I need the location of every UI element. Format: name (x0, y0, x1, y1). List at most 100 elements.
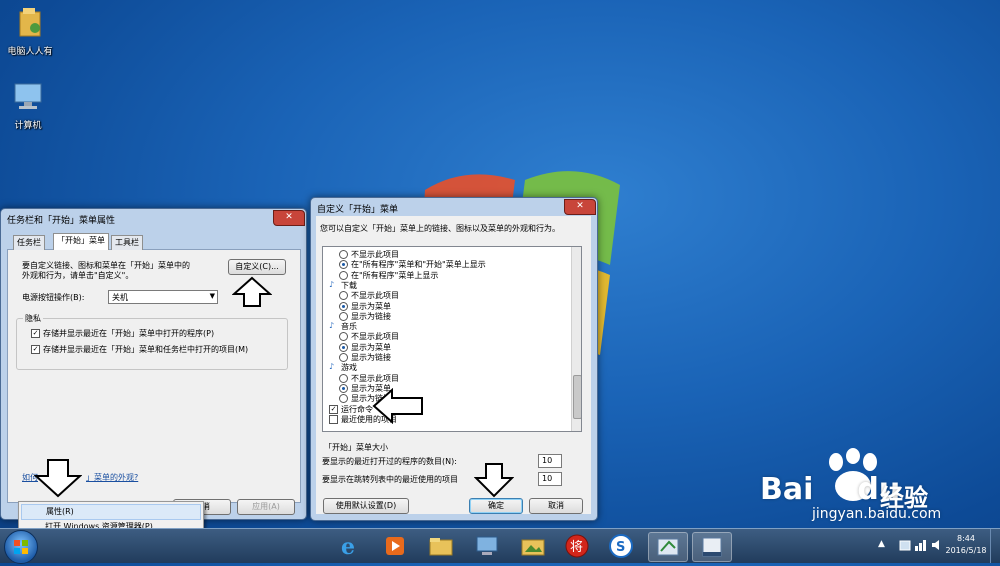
down-arrow-icon (474, 463, 514, 498)
tray-action-center-icon[interactable] (898, 538, 912, 552)
show-desktop-button[interactable] (990, 529, 1000, 563)
radio-button[interactable] (339, 270, 348, 280)
privacy-group-label: 隐私 (23, 313, 43, 324)
taskbar[interactable]: e 将 S ▲ 8:44 2016/5/18 (0, 528, 1000, 564)
radio-button[interactable] (339, 342, 348, 352)
tray-volume-icon[interactable] (930, 538, 944, 552)
watermark-url: jingyan.baidu.com (812, 506, 942, 522)
radio-button[interactable] (339, 332, 348, 342)
radio-button[interactable] (339, 373, 348, 383)
taskbar-media-player[interactable] (376, 532, 414, 560)
intro-text: 您可以自定义「开始」菜单上的链接、图标以及菜单的外观和行为。 (320, 224, 560, 233)
radio-button[interactable] (339, 291, 348, 301)
option-radio-row[interactable]: 不显示此项目 (339, 373, 569, 383)
option-group-header: ♪ 音乐 (329, 321, 529, 331)
games-icon: ♪ (329, 362, 335, 372)
option-radio-row[interactable]: 不显示此项目 (339, 331, 569, 342)
power-button-label: 电源按钮操作(B): (22, 293, 85, 302)
cancel-button[interactable]: 取消 (529, 498, 583, 514)
privacy-group: 隐私 ✓ 存储并显示最近在「开始」菜单中打开的程序(P) ✓ 存储并显示最近在「… (16, 313, 288, 370)
music-icon: ♪ (329, 321, 335, 331)
taskbar-chess-game[interactable]: 将 (558, 532, 596, 560)
use-defaults-button[interactable]: 使用默认设置(D) (323, 498, 409, 514)
taskbar-clock[interactable]: 8:44 2016/5/18 (944, 534, 988, 555)
desktop-icon-user-folder[interactable]: 电脑人人有 (0, 6, 60, 57)
privacy-items-checkbox[interactable]: ✓ (31, 345, 40, 354)
option-radio-row[interactable]: 显示为链接 (339, 311, 569, 321)
apply-button[interactable]: 应用(A) (237, 499, 295, 515)
option-radio-row[interactable]: 在"所有程序"菜单上显示 (339, 270, 569, 280)
option-group-header: ♪ 下载 (329, 280, 529, 290)
customize-start-menu-window[interactable]: 自定义「开始」菜单 ✕ 您可以自定义「开始」菜单上的链接、图标以及菜单的外观和行… (310, 197, 598, 521)
jump-list-label: 要显示在跳转列表中的最近使用的项目 (322, 475, 458, 484)
option-radio-row[interactable]: 不显示此项目 (339, 249, 569, 259)
radio-button[interactable] (339, 301, 348, 311)
customize-button[interactable]: 自定义(C)... (228, 259, 286, 275)
chess-game-icon: 将 (565, 534, 589, 558)
option-checkbox[interactable] (329, 414, 338, 424)
radio-button[interactable] (339, 311, 348, 321)
jump-list-spinner[interactable]: 10 (538, 472, 562, 486)
taskbar-control-panel[interactable] (648, 532, 688, 562)
tab-taskbar[interactable]: 任务栏 (13, 235, 45, 250)
menu-size-group: 「开始」菜单大小 要显示的最近打开过的程序的数目(N): 10 要显示在跳转列表… (320, 443, 584, 502)
option-radio-row[interactable]: 不显示此项目 (339, 290, 569, 301)
recent-programs-spinner[interactable]: 10 (538, 454, 562, 468)
taskbar-network[interactable] (468, 532, 506, 560)
radio-button[interactable] (339, 353, 348, 362)
link-text: 」菜单的外观? (86, 473, 139, 482)
recent-programs-value: 10 (542, 456, 553, 465)
down-arrow-icon (34, 459, 82, 498)
privacy-programs-checkbox[interactable]: ✓ (31, 329, 40, 338)
computer-icon (14, 83, 42, 109)
description-text: 外观和行为，请单击"自定义"。 (22, 271, 134, 280)
taskbar-explorer[interactable] (422, 532, 460, 560)
chevron-down-icon: ▼ (209, 292, 215, 300)
window-title: 任务栏和「开始」菜单属性 (7, 216, 116, 226)
menu-item-properties[interactable]: 属性(R) (21, 504, 201, 520)
power-button-value: 关机 (112, 293, 128, 302)
up-arrow-icon (232, 276, 272, 307)
option-radio-row[interactable]: 显示为菜单 (339, 301, 569, 311)
tab-start-menu[interactable]: 「开始」菜单 (53, 233, 109, 250)
tray-show-hidden-icon[interactable]: ▲ (878, 539, 885, 549)
option-checkbox-row[interactable]: 最近使用的项目 (329, 414, 559, 424)
start-button[interactable] (4, 530, 38, 564)
tab-toolbars[interactable]: 工具栏 (111, 235, 143, 250)
radio-button[interactable] (339, 394, 348, 404)
taskbar-ie[interactable]: e (330, 532, 368, 560)
ok-button[interactable]: 确定 (469, 498, 523, 514)
menu-size-group-label: 「开始」菜单大小 (324, 443, 388, 452)
option-radio-row[interactable]: 显示为菜单 (339, 342, 569, 352)
svg-text:S: S (616, 540, 625, 555)
scrollbar-thumb[interactable] (573, 375, 581, 419)
left-arrow-icon (372, 388, 423, 424)
radio-button[interactable] (339, 260, 348, 270)
control-panel-icon (657, 538, 679, 556)
svg-text:将: 将 (570, 540, 583, 555)
close-icon: ✕ (576, 201, 584, 211)
list-scrollbar[interactable] (571, 247, 581, 431)
taskbar-folder-pics[interactable] (514, 532, 552, 560)
clock-date: 2016/5/18 (945, 546, 987, 555)
radio-button[interactable] (339, 383, 348, 393)
recent-programs-label: 要显示的最近打开过的程序的数目(N): (322, 457, 457, 466)
radio-button[interactable] (339, 250, 348, 259)
pictures-folder-icon (521, 539, 545, 556)
taskbar-properties[interactable] (692, 532, 732, 562)
taskbar-sogou[interactable]: S (602, 532, 640, 560)
options-list[interactable]: 不显示此项目 在"所有程序"菜单和"开始"菜单上显示 在"所有程序"菜单上显示 ♪ 下载… (322, 246, 582, 432)
option-checkbox[interactable]: ✓ (329, 404, 338, 414)
svg-text:e: e (341, 534, 355, 560)
internet-explorer-icon: e (341, 534, 355, 560)
tray-network-icon[interactable] (914, 538, 928, 552)
power-button-select[interactable]: 关机 ▼ (108, 290, 218, 304)
sogou-icon: S (609, 534, 633, 558)
option-radio-row[interactable]: 显示为链接 (339, 352, 569, 362)
option-checkbox-row[interactable]: ✓ 运行命令 (329, 404, 559, 414)
option-radio-row[interactable]: 在"所有程序"菜单和"开始"菜单上显示 (339, 259, 569, 270)
close-button[interactable]: ✕ (564, 199, 596, 215)
close-button[interactable]: ✕ (273, 210, 305, 226)
desktop-icon-computer[interactable]: 计算机 (0, 82, 58, 131)
windows-logo-icon (14, 540, 28, 554)
